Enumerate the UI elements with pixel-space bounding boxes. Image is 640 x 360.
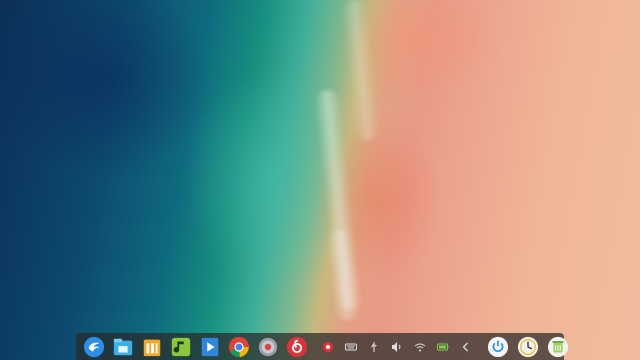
music-player-icon[interactable]: [169, 335, 193, 359]
keyboard-icon[interactable]: [341, 337, 361, 357]
system-tray: [318, 337, 476, 357]
clock-icon[interactable]: [516, 335, 540, 359]
video-player-icon[interactable]: [198, 335, 222, 359]
settings-icon[interactable]: [256, 335, 280, 359]
collapse-arrow-icon[interactable]: [456, 337, 476, 357]
netease-music-icon[interactable]: [285, 335, 309, 359]
system-area: [486, 335, 570, 359]
launcher-icon[interactable]: [82, 335, 106, 359]
battery-icon[interactable]: [433, 337, 453, 357]
record-icon[interactable]: [318, 337, 338, 357]
dock-apps: [82, 335, 309, 359]
chrome-icon[interactable]: [227, 335, 251, 359]
wifi-icon[interactable]: [410, 337, 430, 357]
dock: [76, 333, 569, 360]
power-icon[interactable]: [486, 335, 510, 359]
desktop-wallpaper: [0, 0, 640, 360]
trash-icon[interactable]: [546, 335, 570, 359]
wave-foam: [340, 0, 382, 141]
app-store-icon[interactable]: [140, 335, 164, 359]
file-manager-icon[interactable]: [111, 335, 135, 359]
volume-icon[interactable]: [387, 337, 407, 357]
usb-icon[interactable]: [364, 337, 384, 357]
